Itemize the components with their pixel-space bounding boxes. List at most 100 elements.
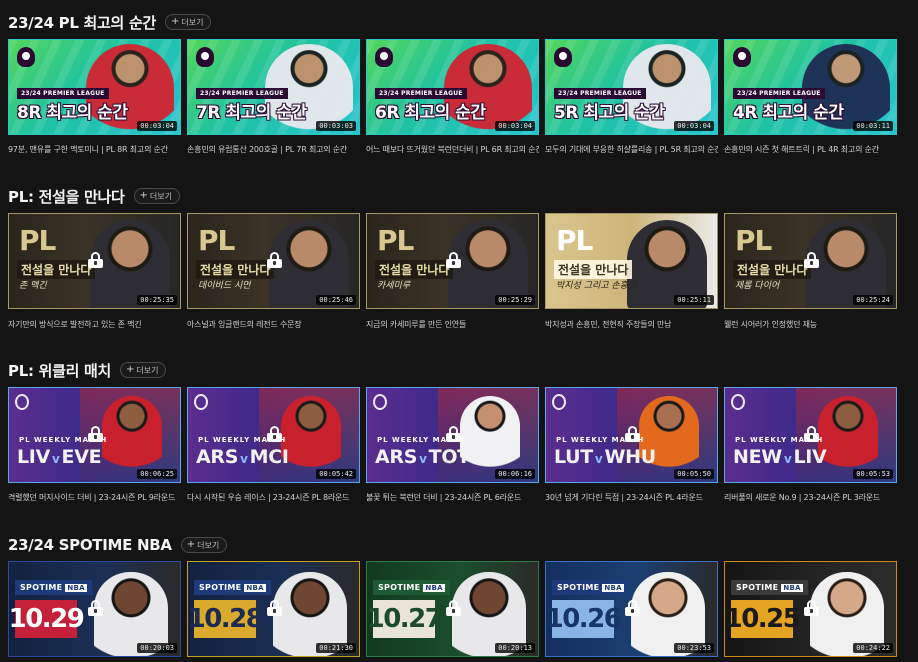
card-title: 전설을 만나다	[733, 260, 812, 279]
duration-badge: 00:25:46	[316, 295, 356, 305]
premier-league-logo-icon	[552, 394, 566, 410]
video-card[interactable]: PL 전설을 만나다 박지성 그리고 손흥민 00:25:11	[545, 213, 718, 309]
lock-icon	[804, 252, 819, 268]
duration-badge: 00:25:24	[853, 295, 893, 305]
card-caption[interactable]: 어느 때보다 뜨거웠던 북런던더비 | PL 6R 최고의 순간	[366, 144, 539, 155]
premier-league-logo-icon	[731, 394, 745, 410]
lock-icon	[88, 252, 103, 268]
video-card[interactable]: PL 전설을 만나다 제롬 다이어 00:25:24	[724, 213, 897, 309]
premier-league-logo-icon	[554, 47, 572, 67]
video-card[interactable]: 23/24 PREMIER LEAGUE 8R 최고의 순간 00:03:04	[8, 39, 181, 135]
video-card[interactable]: PL WEEKLY MATCH ARS v TOT 00:06:16	[366, 387, 539, 483]
section-title: PL: 전설을 만나다	[8, 187, 125, 206]
card-caption[interactable]: 손흥민의 유럽통산 200호골 | PL 7R 최고의 순간	[187, 144, 360, 155]
card-row: PL WEEKLY MATCH LIV v EVE 00:06:25 PL WEEK…	[8, 387, 918, 483]
duration-badge: 00:20:03	[137, 643, 177, 653]
duration-badge: 00:21:30	[316, 643, 356, 653]
pl-logo-text: PL	[556, 224, 593, 257]
lock-icon	[267, 600, 282, 616]
card-caption[interactable]: 불꽃 튀는 북런던 더비 | 23-24시즌 PL 6라운드	[366, 492, 539, 503]
card-caption[interactable]: 격렬했던 머지사이드 더비 | 23-24시즌 PL 9라운드	[8, 492, 181, 503]
duration-badge: 00:06:25	[137, 469, 177, 479]
duration-badge: 00:03:04	[137, 121, 177, 131]
more-button[interactable]: + 더보기	[120, 362, 167, 378]
card-caption[interactable]: 손흥민의 시즌 첫 해트트릭 | PL 4R 최고의 순간	[724, 144, 897, 155]
video-card[interactable]: 23/24 PREMIER LEAGUE 4R 최고의 순간 00:03:11	[724, 39, 897, 135]
video-card[interactable]: SPOTIME NBA 10.26 00:23:53	[545, 561, 718, 657]
duration-badge: 00:03:04	[495, 121, 535, 131]
video-card[interactable]: SPOTIME NBA 10.29 00:20:03	[8, 561, 181, 657]
video-card[interactable]: 23/24 PREMIER LEAGUE 7R 최고의 순간 00:03:03	[187, 39, 360, 135]
lock-icon	[446, 426, 461, 442]
spotime-brand: SPOTIME NBA	[15, 580, 92, 595]
duration-badge: 00:25:11	[674, 295, 714, 305]
spotime-brand: SPOTIME NBA	[194, 580, 271, 595]
section-spotime-nba: 23/24 SPOTIME NBA + 더보기 SPOTIME NBA 10.29 …	[0, 531, 918, 662]
video-card[interactable]: PL WEEKLY MATCH NEW v LIV 00:05:53	[724, 387, 897, 483]
duration-badge: 00:05:50	[674, 469, 714, 479]
game-date: 10.26	[546, 600, 622, 638]
section-header: 23/24 SPOTIME NBA + 더보기	[8, 533, 228, 557]
player-image	[102, 396, 162, 480]
video-card[interactable]: 23/24 PREMIER LEAGUE 5R 최고의 순간 00:03:04	[545, 39, 718, 135]
card-caption[interactable]: 다시 시작된 우승 레이스 | 23-24시즌 PL 8라운드	[187, 492, 360, 503]
section-header: PL: 위클리 매치 + 더보기	[8, 358, 167, 382]
video-card[interactable]: PL 전설을 만나다 카세미루 00:25:29	[366, 213, 539, 309]
spotime-brand: SPOTIME NBA	[731, 580, 808, 595]
video-card[interactable]: SPOTIME NBA 10.25 00:24:22	[724, 561, 897, 657]
lock-icon	[625, 600, 640, 616]
card-title: 전설을 만나다	[196, 260, 275, 279]
card-caption[interactable]: 97분, 맨유를 구한 맥토미니 | PL 8R 최고의 순간	[8, 144, 181, 155]
card-caption[interactable]: 지금의 카세미루를 만든 인연들	[366, 319, 539, 330]
spotime-brand: SPOTIME NBA	[552, 580, 629, 595]
lock-icon	[446, 600, 461, 616]
game-date: 10.25	[725, 600, 801, 638]
more-button[interactable]: + 더보기	[164, 14, 212, 30]
plus-icon: +	[126, 364, 135, 375]
plus-icon: +	[186, 539, 196, 550]
card-title: 전설을 만나다	[554, 260, 633, 279]
card-caption[interactable]: 아스널과 잉글랜드의 레전드 수문장	[187, 319, 360, 330]
video-card[interactable]: PL 전설을 만나다 데이비드 시먼 00:25:46	[187, 213, 360, 309]
player-image	[281, 396, 341, 480]
duration-badge: 00:06:16	[495, 469, 535, 479]
video-card[interactable]: SPOTIME NBA 10.27 00:20:13	[366, 561, 539, 657]
video-card[interactable]: PL WEEKLY MATCH LUT v WHU 00:05:50	[545, 387, 718, 483]
duration-badge: 00:03:11	[853, 121, 893, 131]
duration-badge: 00:05:42	[316, 469, 356, 479]
lock-icon	[267, 252, 282, 268]
section-header: 23/24 PL 최고의 순간 + 더보기	[8, 10, 212, 34]
premier-league-logo-icon	[733, 47, 751, 67]
video-card[interactable]: 23/24 PREMIER LEAGUE 6R 최고의 순간 00:03:04	[366, 39, 539, 135]
vod-browse-page: 23/24 PL 최고의 순간 + 더보기 23/24 PREMIER LEAGU…	[0, 0, 918, 662]
card-caption[interactable]: 모두의 기대에 부응한 히샬를리송 | PL 5R 최고의 순간	[545, 144, 718, 155]
lock-icon	[804, 426, 819, 442]
game-date: 10.27	[367, 600, 443, 638]
card-caption[interactable]: 자기만의 방식으로 발전하고 있는 존 맥긴	[8, 319, 181, 330]
lock-icon	[446, 252, 461, 268]
duration-badge: 00:25:29	[495, 295, 535, 305]
video-card[interactable]: SPOTIME NBA 10.28 00:21:30	[187, 561, 360, 657]
card-caption[interactable]: 리버풀의 새로운 No.9 | 23-24시즌 PL 3라운드	[724, 492, 897, 503]
more-button[interactable]: + 더보기	[133, 188, 180, 204]
game-date: 10.28	[188, 600, 264, 638]
card-caption[interactable]: 웰런 시어러가 인정했던 재능	[724, 319, 897, 330]
video-card[interactable]: PL WEEKLY MATCH LIV v EVE 00:06:25	[8, 387, 181, 483]
duration-badge: 00:24:22	[853, 643, 893, 653]
section-header: PL: 전설을 만나다 + 더보기	[8, 184, 180, 208]
card-caption[interactable]: 박지성과 손흥민, 전현직 주장들의 만남	[545, 319, 718, 330]
card-title: 전설을 만나다	[375, 260, 454, 279]
video-card[interactable]: PL WEEKLY MATCH ARS v MCI 00:05:42	[187, 387, 360, 483]
duration-badge: 00:03:03	[316, 121, 356, 131]
duration-badge: 00:25:35	[137, 295, 177, 305]
match-title: LUT v WHU	[554, 446, 656, 468]
lock-icon	[804, 600, 819, 616]
video-card[interactable]: PL 전설을 만나다 존 맥긴 00:25:35	[8, 213, 181, 309]
game-date: 10.29	[9, 600, 85, 638]
pl-logo-text: PL	[198, 224, 235, 257]
more-button[interactable]: + 더보기	[180, 537, 228, 553]
card-caption[interactable]: 30년 넘게 기다린 득점 | 23-24시즌 PL 4라운드	[545, 492, 718, 503]
premier-league-logo-icon	[15, 394, 29, 410]
card-title: 전설을 만나다	[17, 260, 96, 279]
card-subtitle: 카세미루	[377, 281, 411, 291]
